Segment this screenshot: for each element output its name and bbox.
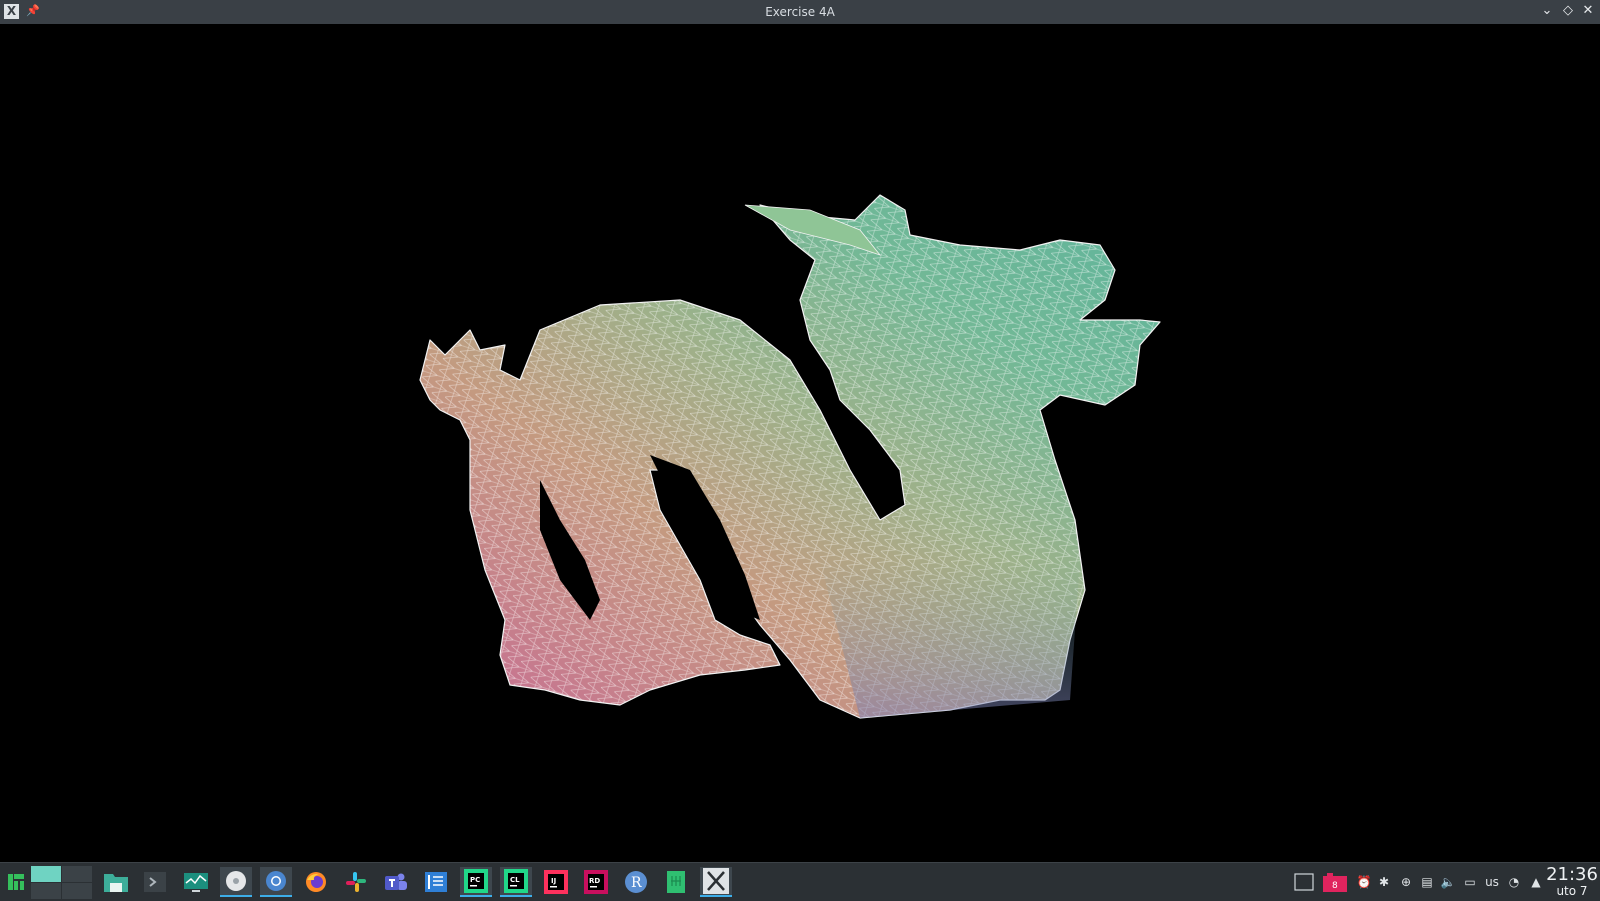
close-button[interactable]: ✕ <box>1580 3 1596 19</box>
clion-label: CL <box>510 876 520 884</box>
intellij-label: IJ <box>551 877 556 885</box>
rider-icon[interactable]: RD <box>580 867 612 897</box>
keyboard-layout-indicator[interactable]: us <box>1484 873 1500 891</box>
desktop-3[interactable] <box>31 883 61 899</box>
desktop-1[interactable] <box>31 866 61 882</box>
clock-time: 21:36 <box>1546 864 1598 885</box>
disk-icon[interactable] <box>220 867 252 897</box>
terminal-icon[interactable] <box>139 867 171 897</box>
clipboard-icon[interactable]: ▤ <box>1419 873 1435 891</box>
x-window-icon[interactable] <box>700 867 732 897</box>
intellij-icon[interactable]: IJ <box>540 867 572 897</box>
digital-clock[interactable]: 21:36 uto 7 <box>1544 864 1600 899</box>
desktop-2[interactable] <box>62 866 92 882</box>
clion-icon[interactable]: CL <box>500 867 532 897</box>
r-icon[interactable]: R <box>620 867 652 897</box>
editor-icon[interactable] <box>420 867 452 897</box>
slack-icon[interactable] <box>340 867 372 897</box>
dragon-wireframe <box>419 194 1161 719</box>
taskbar: PC CL IJ RD R 8 ⏰ ✱ ⊕ ▤ 🔈 ▭ us ◔ ▲ 21:36… <box>0 862 1600 901</box>
notifications-icon[interactable]: ⏰ <box>1356 873 1372 891</box>
minimize-button[interactable]: ⌄ <box>1539 3 1555 19</box>
firefox-icon[interactable] <box>300 867 332 897</box>
desktop-4[interactable] <box>62 883 92 899</box>
slack-tray-icon[interactable]: ✱ <box>1376 873 1392 891</box>
manjaro-menu-icon[interactable] <box>0 867 32 897</box>
expand-tray-icon[interactable]: ▲ <box>1528 873 1544 891</box>
vpn-icon[interactable]: ⊕ <box>1398 873 1414 891</box>
dragon-body <box>419 194 1161 719</box>
virtual-desktop-pager[interactable] <box>30 865 92 899</box>
pycharm-label: PC <box>470 876 480 884</box>
maximize-button[interactable]: ◇ <box>1560 3 1576 19</box>
show-desktop-icon[interactable] <box>1294 873 1314 891</box>
rider-label: RD <box>589 877 600 885</box>
wifi-icon[interactable]: ◔ <box>1506 873 1522 891</box>
render-viewport[interactable] <box>0 24 1600 862</box>
updates-icon[interactable]: 8 <box>1322 873 1348 892</box>
window-title: Exercise 4A <box>765 5 835 19</box>
volume-icon[interactable]: 🔈 <box>1440 873 1456 891</box>
window-titlebar[interactable]: X 📌 Exercise 4A ⌄ ◇ ✕ <box>0 0 1600 24</box>
chromium-icon[interactable] <box>260 867 292 897</box>
pycharm-icon[interactable]: PC <box>460 867 492 897</box>
clock-date: uto 7 <box>1556 884 1588 898</box>
battery-icon[interactable]: ▭ <box>1462 873 1478 891</box>
system-monitor-icon[interactable] <box>180 867 212 897</box>
r-label: R <box>631 875 642 891</box>
svg-text:8: 8 <box>1332 881 1338 891</box>
gnumeric-icon[interactable] <box>660 867 692 897</box>
teams-icon[interactable] <box>380 867 412 897</box>
file-manager-icon[interactable] <box>100 867 132 897</box>
